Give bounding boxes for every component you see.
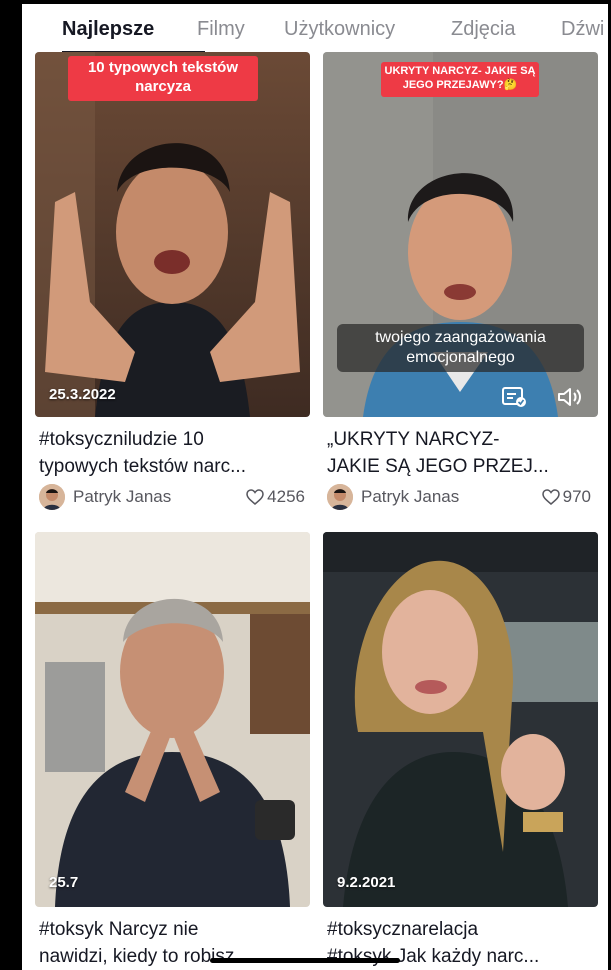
video-description-line-2: #toksyk Jak każdy narc...	[327, 946, 540, 967]
video-card[interactable]: 25.7 #toksyk Narcyz nie nawidzi, kiedy t…	[35, 532, 310, 970]
tab-sounds[interactable]: Dźwi	[561, 18, 604, 41]
video-description-line-1: #toksyczniludzie 10	[39, 429, 204, 450]
video-meta: Patryk Janas 4256	[39, 483, 305, 511]
like-count-value: 970	[562, 487, 591, 506]
tab-users[interactable]: Użytkownicy	[284, 18, 395, 41]
video-date: 9.2.2021	[337, 874, 396, 891]
like-count: 4256	[246, 487, 305, 510]
author-name[interactable]: Patryk Janas	[361, 487, 459, 507]
tab-top[interactable]: Najlepsze	[62, 18, 154, 41]
video-overlay-title: UKRYTY NARCYZ- JAKIE SĄ JEGO PRZEJAWY?🤔	[381, 62, 539, 97]
tab-photos[interactable]: Zdjęcia	[451, 18, 515, 41]
video-thumbnail[interactable]: 10 typowych tekstów narcyza 25.3.2022	[35, 52, 310, 417]
volume-icon[interactable]	[557, 386, 583, 408]
screen-border-left	[0, 0, 22, 970]
video-thumbnail[interactable]: 9.2.2021	[323, 532, 598, 907]
like-count-value: 4256	[267, 487, 305, 506]
tab-videos[interactable]: Filmy	[197, 18, 245, 41]
video-description-line-1: #toksycznarelacja	[327, 919, 479, 940]
video-date: 25.7	[49, 874, 79, 891]
video-description-line-1: #toksyk Narcyz nie	[39, 919, 199, 940]
captions-verified-icon[interactable]	[502, 386, 528, 408]
video-subtitle: twojego zaangażowania emocjonalnego	[337, 324, 584, 372]
avatar[interactable]	[327, 484, 353, 510]
video-description-line-2: JAKIE SĄ JEGO PRZEJ...	[327, 456, 549, 477]
video-overlay-title: 10 typowych tekstów narcyza	[68, 56, 258, 101]
video-thumbnail[interactable]: 25.7	[35, 532, 310, 907]
video-description-line-2: nawidzi, kiedy to robisz...	[39, 946, 251, 967]
heart-icon	[541, 489, 560, 510]
video-description-line-1: „UKRYTY NARCYZ-	[327, 429, 500, 450]
video-thumbnail-image	[35, 52, 310, 417]
video-card[interactable]: UKRYTY NARCYZ- JAKIE SĄ JEGO PRZEJAWY?🤔 …	[323, 52, 598, 522]
video-description-line-2: typowych tekstów narc...	[39, 456, 246, 477]
search-results-tabs: Najlepsze Filmy Użytkownicy Zdjęcia Dźwi	[22, 4, 608, 54]
avatar[interactable]	[39, 484, 65, 510]
video-date: 25.3.2022	[49, 386, 116, 403]
video-thumbnail-image	[323, 532, 598, 907]
home-indicator[interactable]	[210, 958, 400, 963]
video-thumbnail[interactable]: UKRYTY NARCYZ- JAKIE SĄ JEGO PRZEJAWY?🤔 …	[323, 52, 598, 417]
author-name[interactable]: Patryk Janas	[73, 487, 171, 507]
heart-icon	[246, 489, 264, 510]
like-count: 970	[541, 487, 591, 510]
video-card[interactable]: 10 typowych tekstów narcyza 25.3.2022 #t…	[35, 52, 310, 522]
video-thumbnail-image	[35, 532, 310, 907]
video-meta: Patryk Janas 970	[327, 483, 591, 511]
video-card[interactable]: 9.2.2021 #toksycznarelacja #toksyk Jak k…	[323, 532, 598, 970]
